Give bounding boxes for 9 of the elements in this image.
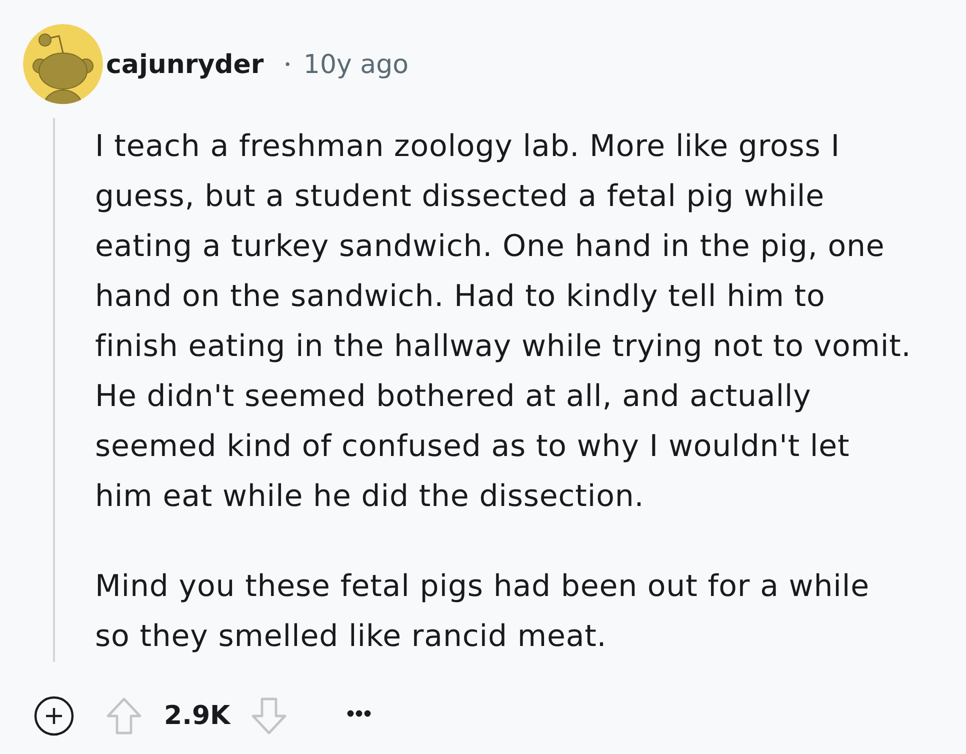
avatar-icon (23, 24, 103, 104)
comment-paragraph: I teach a freshman zoology lab. More like gross I guess, but a student dissected a fetal pig while eating a turkey sandwich. One hand in the pig, one hand on the sandwich. Had to kindly tell him to finish eating in the hallway while trying not to vomit. He didn't seemed bothered at all, and actually seemed kind of confused as to why I wouldn't let him eat while he did the dissection. (95, 128, 912, 516)
author-name[interactable]: cajunryder (106, 50, 264, 80)
vote-count: 2.9K (164, 701, 230, 731)
separator-dot: • (284, 58, 292, 72)
comment-paragraph: Mind you these fetal pigs had been out for a while so they smelled like rancid meat. (95, 568, 870, 656)
plus-circle-icon[interactable] (34, 696, 74, 736)
post-age: 10y ago (303, 50, 408, 80)
ellipsis-icon[interactable] (347, 710, 372, 716)
